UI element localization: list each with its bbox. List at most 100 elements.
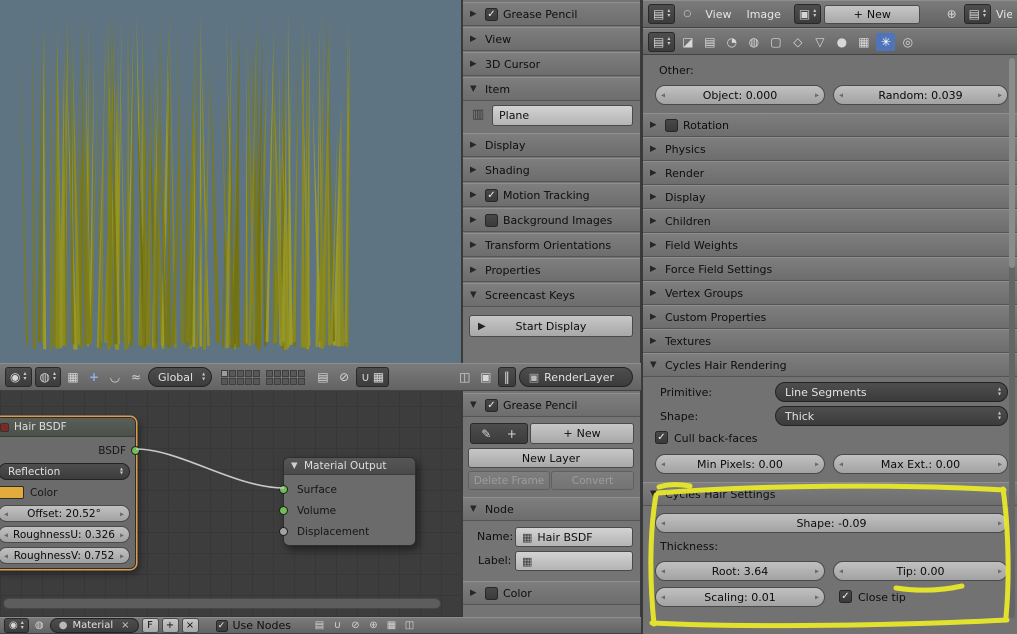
bsdf-output-socket[interactable]	[131, 446, 140, 455]
delete-frame-button[interactable]: Delete Frame	[468, 471, 550, 490]
rotation-checkbox[interactable]	[665, 118, 678, 132]
panel-header-view[interactable]: ▶ View	[463, 27, 640, 51]
tab-constraints[interactable]: ◇	[788, 33, 807, 51]
layers-widget-1[interactable]	[221, 369, 261, 385]
pin-button[interactable]: ⊕	[943, 4, 961, 24]
tip-slider[interactable]: ◂ Tip: 0.00 ▸	[833, 561, 1008, 581]
tab-render[interactable]: ◪	[678, 33, 697, 51]
panel-header-custom-properties[interactable]: ▶ Custom Properties	[643, 305, 1017, 329]
color-checkbox[interactable]	[485, 586, 498, 600]
editor-type-button[interactable]: ▤ ▴ ▾	[648, 4, 676, 24]
editor-type-button[interactable]: ◉ ▴ ▾	[5, 367, 32, 387]
properties-scrollbar-thumb[interactable]	[1009, 58, 1015, 268]
panel-header-grease-pencil[interactable]: ▶ ✓ Grease Pencil	[463, 2, 640, 26]
panel-header-physics[interactable]: ▶ Physics	[643, 137, 1017, 161]
new-layer-button[interactable]: New Layer	[468, 448, 634, 468]
start-display-button[interactable]: ▶ Start Display	[469, 315, 633, 337]
node-editor-canvas[interactable]: Hair BSDF BSDF Reflection ▴ ▾ Color ◂ Off…	[0, 391, 461, 617]
panel-header-screencast-keys[interactable]: ▼ Screencast Keys	[463, 283, 640, 307]
panel-header-properties[interactable]: ▶ Properties	[463, 258, 640, 282]
tab-render-layers[interactable]: ▤	[700, 33, 719, 51]
panel-header-cycles-hair-settings[interactable]: ▼ Cycles Hair Settings	[643, 482, 1017, 506]
node-label-field[interactable]: ▦	[515, 551, 633, 571]
panel-header-display[interactable]: ▶ Display	[463, 133, 640, 157]
hair-bsdf-node-header[interactable]: Hair BSDF	[0, 418, 135, 437]
surface-input-socket[interactable]	[279, 485, 288, 494]
close-tip-checkbox[interactable]: ✓	[839, 590, 852, 603]
panel-header-field-weights[interactable]: ▶ Field Weights	[643, 233, 1017, 257]
opengl-render-button[interactable]: ◫	[456, 367, 474, 387]
panel-header-render[interactable]: ▶ Render	[643, 161, 1017, 185]
panel-header-background-images[interactable]: ▶ Background Images	[463, 208, 640, 232]
panel-header-item[interactable]: ▼ Item	[463, 77, 640, 101]
panel-header-color[interactable]: ▶ Color	[463, 581, 640, 605]
panel-header-motion-tracking[interactable]: ▶ ✓ Motion Tracking	[463, 183, 640, 207]
opengl-anim-button[interactable]: ▣	[477, 367, 495, 387]
roughness-v-slider[interactable]: ◂ RoughnessV: 0.752 ▸	[0, 547, 130, 564]
motion-tracking-checkbox[interactable]: ✓	[485, 188, 498, 202]
close-icon[interactable]: ×	[121, 620, 129, 631]
manipulator-translate-button[interactable]: +	[85, 367, 103, 387]
header-collapse-button[interactable]: ○	[678, 4, 696, 24]
viewport-shading-button[interactable]: ◍ ▴ ▾	[34, 367, 61, 387]
panel-header-3d-cursor[interactable]: ▶ 3D Cursor	[463, 52, 640, 76]
component-dropdown[interactable]: Reflection ▴ ▾	[0, 463, 130, 480]
manipulator-rotate-button[interactable]: ◡	[106, 367, 124, 387]
random-slider[interactable]: ◂ Random: 0.039 ▸	[833, 85, 1008, 105]
snap-button[interactable]: ∪ ▦	[356, 367, 390, 387]
editor-type-button[interactable]: ◉ ▴ ▾	[4, 618, 29, 633]
unlink-material-button[interactable]: ×	[181, 618, 199, 633]
shape-dropdown[interactable]: Thick ▴ ▾	[775, 406, 1008, 426]
grease-pencil-draw-button[interactable]: ✎ +	[470, 423, 528, 444]
lock-button[interactable]: ▤	[314, 367, 332, 387]
use-nodes-checkbox[interactable]: ✓	[215, 619, 228, 632]
volume-input-socket[interactable]	[279, 506, 288, 515]
panel-header-grease-pencil-node[interactable]: ▼ ✓ Grease Pencil	[463, 393, 640, 417]
render-layer-selector[interactable]: ▣ RenderLayer	[518, 367, 633, 387]
min-pixels-slider[interactable]: ◂ Min Pixels: 0.00 ▸	[655, 454, 825, 474]
displacement-input-socket[interactable]	[279, 527, 288, 536]
properties-scrollbar[interactable]	[1009, 58, 1015, 618]
material-selector[interactable]: ● Material ×	[49, 618, 139, 633]
panel-header-children[interactable]: ▶ Children	[643, 209, 1017, 233]
material-output-node[interactable]: ▼ Material Output Surface Volume Displac…	[279, 457, 416, 546]
menu-view[interactable]: View	[699, 8, 737, 21]
panel-header-transform-orientations[interactable]: ▶ Transform Orientations	[463, 233, 640, 257]
editor-type-button[interactable]: ▤ ▴ ▾	[648, 31, 676, 52]
tab-particles[interactable]: ✳	[876, 32, 896, 51]
roughness-u-slider[interactable]: ◂ RoughnessU: 0.326 ▸	[0, 526, 130, 543]
hair-color-swatch[interactable]	[0, 486, 24, 499]
backdrop-button[interactable]: ▦	[384, 618, 399, 633]
primitive-dropdown[interactable]: Line Segments ▴ ▾	[775, 382, 1008, 402]
manipulator-scale-button[interactable]: ≈	[127, 367, 145, 387]
object-name-field[interactable]: Plane	[492, 105, 633, 126]
offset-slider[interactable]: ◂ Offset: 20.52° ▸	[0, 505, 130, 522]
tab-texture[interactable]: ▦	[854, 33, 873, 51]
pivot-point-button[interactable]: ▦	[64, 367, 82, 387]
viewport-3d[interactable]	[0, 0, 461, 363]
tab-world[interactable]: ◍	[744, 33, 763, 51]
tab-object[interactable]: ▢	[766, 33, 785, 51]
tab-material[interactable]: ●	[832, 33, 851, 51]
panel-header-display[interactable]: ▶ Display	[643, 185, 1017, 209]
panel-header-cycles-hair-rendering[interactable]: ▼ Cycles Hair Rendering	[643, 353, 1017, 377]
snap-target-button[interactable]: ▤	[312, 618, 327, 633]
panel-header-node[interactable]: ▼ Node	[463, 497, 640, 521]
panel-header-textures[interactable]: ▶ Textures	[643, 329, 1017, 353]
add-material-button[interactable]: +	[161, 618, 179, 633]
node-name-field[interactable]: ▦ Hair BSDF	[515, 527, 633, 547]
proportional-edit-button[interactable]: ⊘	[335, 367, 353, 387]
orientation-dropdown[interactable]: Global ▴ ▾	[148, 367, 213, 387]
panel-header-force-field-settings[interactable]: ▶ Force Field Settings	[643, 257, 1017, 281]
root-slider[interactable]: ◂ Root: 3.64 ▸	[655, 561, 825, 581]
shader-type-button[interactable]: ◍	[32, 618, 47, 633]
shape-slider[interactable]: ◂ Shape: -0.09 ▸	[655, 513, 1008, 533]
max-ext-slider[interactable]: ◂ Max Ext.: 0.00 ▸	[833, 454, 1008, 474]
pin-button[interactable]: ⊕	[366, 618, 381, 633]
object-slider[interactable]: ◂ Object: 0.000 ▸	[655, 85, 825, 105]
scaling-slider[interactable]: ◂ Scaling: 0.01 ▸	[655, 587, 825, 607]
menu-view-clipped[interactable]: View	[994, 8, 1012, 21]
viewer-border-button[interactable]: ◫	[402, 618, 417, 633]
hair-bsdf-node[interactable]: Hair BSDF BSDF Reflection ▴ ▾ Color ◂ Off…	[0, 417, 140, 569]
new-image-button[interactable]: + New	[824, 4, 921, 24]
